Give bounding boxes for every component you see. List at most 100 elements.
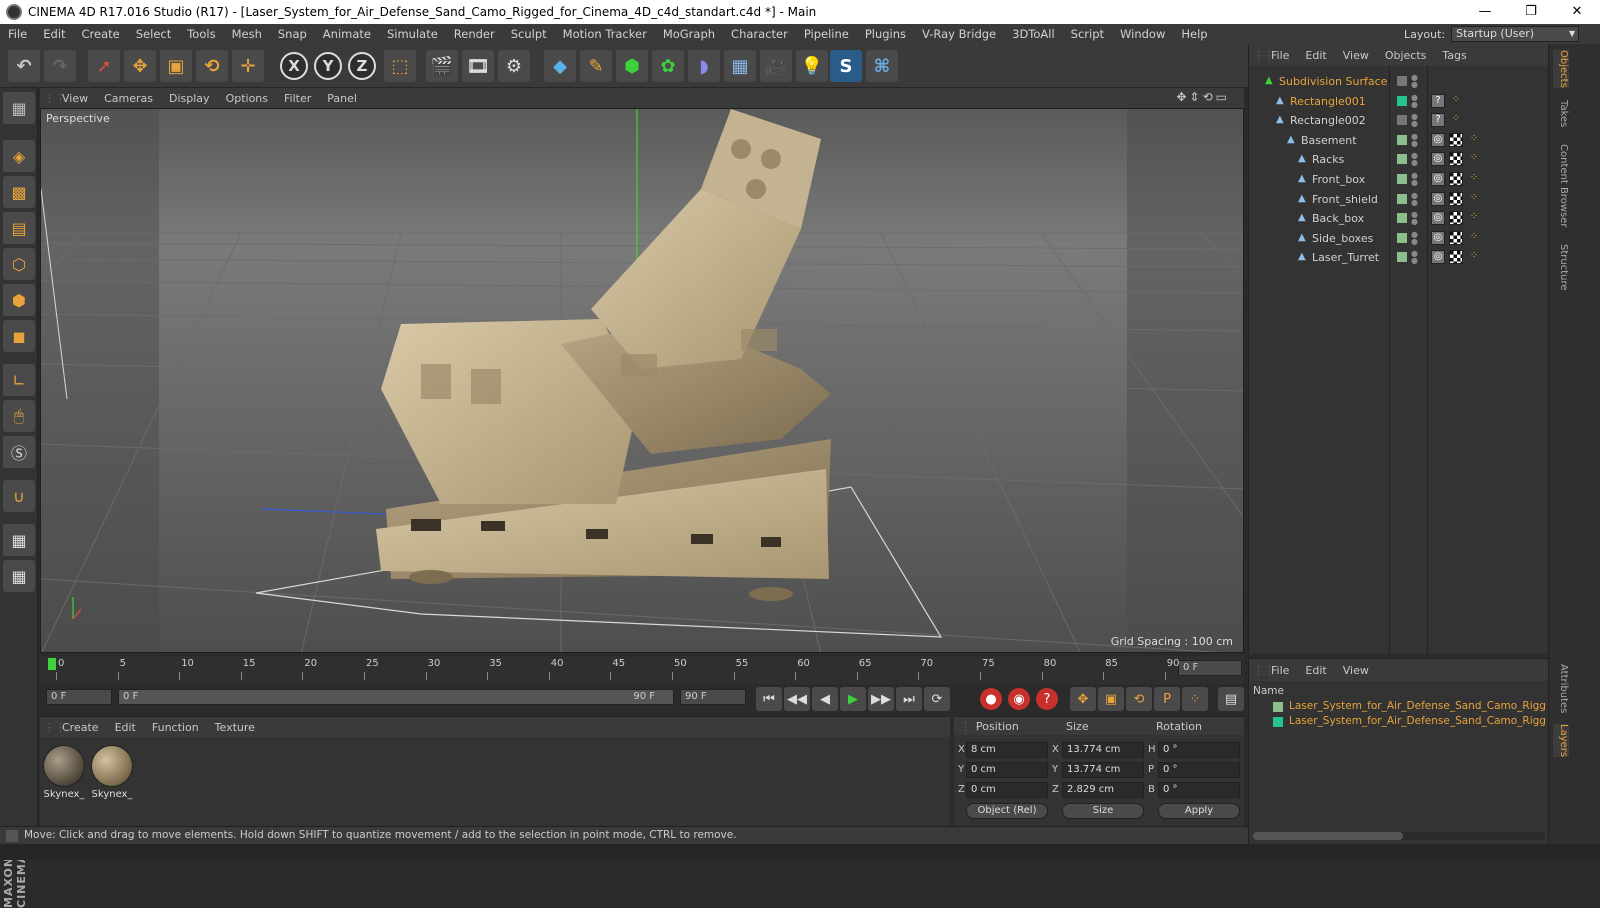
menu-item-17[interactable]: 3DToAll [1004,27,1063,41]
material-menu-item-3[interactable]: Texture [207,721,263,734]
size-y-field[interactable]: 13.774 cm [1062,762,1144,778]
menu-item-7[interactable]: Animate [315,27,379,41]
object-menu-item-1[interactable]: Edit [1297,49,1334,62]
autokey-button[interactable]: ◉ [1008,688,1030,710]
snap-icon[interactable]: Ⓢ [3,436,35,468]
phong-tag-icon[interactable]: ⁘ [1467,250,1481,264]
visibility-toggle-icon[interactable]: ● ● [1411,152,1418,167]
deformer-icon[interactable]: ◗ [688,50,720,82]
play-button[interactable]: ▶ [840,687,866,711]
position-y-field[interactable]: 0 cm [966,762,1048,778]
visibility-toggle-icon[interactable]: ● ● [1411,191,1418,206]
floor-icon[interactable]: ▦ [724,50,756,82]
layer-menu-item-1[interactable]: Edit [1297,664,1334,677]
texture-tag-icon[interactable] [1449,172,1463,186]
grid-lock-icon[interactable]: ▦ [3,524,35,556]
visibility-toggle-icon[interactable]: ● ● [1411,211,1418,226]
object-menu-item-2[interactable]: View [1335,49,1377,62]
menu-item-10[interactable]: Sculpt [503,27,555,41]
texture-tag-icon[interactable] [1449,230,1463,245]
object-row[interactable]: ▲ Basement ● ● ◎ ⁘ [1249,131,1549,150]
key-pla-button[interactable]: ⁘ [1182,687,1208,711]
material-tag-icon[interactable]: ◎ [1431,211,1445,226]
layout-dropdown[interactable]: Startup (User) [1451,26,1580,42]
viewport-menu-item-5[interactable]: Panel [319,92,365,105]
side-tab-structure[interactable]: Structure [1553,244,1569,291]
next-frame-button[interactable]: ▶▶ [868,687,894,711]
object-row[interactable]: ▲ Front_shield ● ● ◎ ⁘ [1249,190,1549,209]
key-position-button[interactable]: ✥ [1070,687,1096,711]
object-menu-item-4[interactable]: Tags [1434,49,1474,62]
material-tag-icon[interactable]: ◎ [1431,230,1445,245]
viewport-menu-item-4[interactable]: Filter [276,92,319,105]
object-menu-item-3[interactable]: Objects [1377,49,1435,62]
phong-tag-icon[interactable]: ⁘ [1467,133,1481,147]
pen-icon[interactable]: ✎ [580,50,612,82]
end-frame-field[interactable]: 90 F [680,689,746,705]
material-menu-item-0[interactable]: Create [54,721,107,734]
material-swatch[interactable]: Skynex_ [42,745,86,800]
magnet-icon[interactable]: ∪ [3,480,35,512]
visibility-toggle-icon[interactable]: ● ● [1411,113,1418,128]
layer-color-swatch[interactable] [1397,193,1407,204]
size-mode-dropdown[interactable]: Size [1062,803,1144,819]
object-row[interactable]: ▲ Subdivision Surface ● ● [1249,72,1549,91]
layer-color-swatch[interactable] [1273,702,1283,712]
material-menu-item-1[interactable]: Edit [107,721,144,734]
record-active-button[interactable]: ● [980,688,1002,710]
edges-mode-icon[interactable]: ⬢ [3,284,35,316]
texture-tag-icon[interactable] [1449,132,1463,147]
add-icon[interactable]: ✛ [232,50,264,82]
viewport-navigation-icon[interactable]: ✥⇕⟲▭ [1168,90,1238,104]
maximize-button[interactable]: ❐ [1508,0,1554,24]
phong-tag-icon[interactable]: ⁘ [1449,94,1463,108]
tweak-mode-icon[interactable]: 🖱 [3,400,35,432]
material-menu-item-2[interactable]: Function [144,721,207,734]
layer-color-swatch[interactable] [1397,154,1407,165]
material-tag-icon[interactable]: ◎ [1431,191,1445,206]
timeline-ruler[interactable]: 0 F 0 5 10 15 20 25 30 35 40 45 50 55 60 65 70 75 80 85 90 [40,656,1244,684]
current-frame-field[interactable]: 0 F [1178,660,1242,676]
menu-item-4[interactable]: Tools [179,27,223,41]
layer-color-swatch[interactable] [1397,232,1407,243]
apply-button[interactable]: Apply [1158,803,1240,819]
object-row[interactable]: ▲ Racks ● ● ◎ ⁘ [1249,150,1549,169]
material-swatch[interactable]: Skynex_ [90,745,134,800]
material-tag-icon[interactable]: ◎ [1431,250,1445,265]
menu-item-16[interactable]: V-Ray Bridge [914,27,1004,41]
camera-icon[interactable]: 🎥 [760,50,792,82]
position-x-field[interactable]: 8 cm [966,742,1048,758]
size-z-field[interactable]: 2.829 cm [1062,782,1144,798]
rotation-h-field[interactable]: 0 ° [1158,742,1240,758]
visibility-toggle-icon[interactable]: ● ● [1411,74,1418,89]
select-arrow-icon[interactable]: ➚ [88,50,120,82]
menu-item-3[interactable]: Select [128,27,179,41]
redo-icon[interactable]: ↷ [44,50,76,82]
position-z-field[interactable]: 0 cm [966,782,1048,798]
viewport-menu-item-2[interactable]: Display [161,92,218,105]
material-tag-icon[interactable]: ◎ [1431,172,1445,186]
coordinate-mode-dropdown[interactable]: Object (Rel) [966,803,1048,819]
visibility-toggle-icon[interactable]: ● ● [1411,250,1418,265]
polygons-mode-icon[interactable]: ◼ [3,320,35,352]
visibility-toggle-icon[interactable]: ● ● [1411,230,1418,245]
layer-menu-item-0[interactable]: File [1263,664,1297,677]
layer-color-swatch[interactable] [1397,134,1407,145]
render-view-icon[interactable]: 🎬 [426,50,458,82]
menu-item-13[interactable]: Character [723,27,796,41]
axis-mode-icon[interactable]: ∟ [3,364,35,396]
viewport-menu-item-0[interactable]: View [54,92,96,105]
move-icon[interactable]: ✥ [124,50,156,82]
material-tag-icon[interactable]: ◎ [1431,152,1445,167]
go-to-end-button[interactable]: ⏭ [896,687,922,711]
model-mode-icon[interactable]: ◈ [3,140,35,172]
phong-tag-icon[interactable]: ⁘ [1467,192,1481,206]
scrollbar-thumb[interactable] [1253,832,1403,840]
menu-item-6[interactable]: Snap [270,27,315,41]
object-row[interactable]: ▲ Laser_Turret ● ● ◎ ⁘ [1249,248,1549,267]
go-to-start-button[interactable]: ⏮ [756,687,782,711]
layer-scrollbar[interactable] [1253,832,1545,840]
playhead-marker[interactable] [48,658,56,670]
side-tab-takes[interactable]: Takes [1553,100,1569,127]
texture-tag-icon[interactable] [1449,152,1463,167]
